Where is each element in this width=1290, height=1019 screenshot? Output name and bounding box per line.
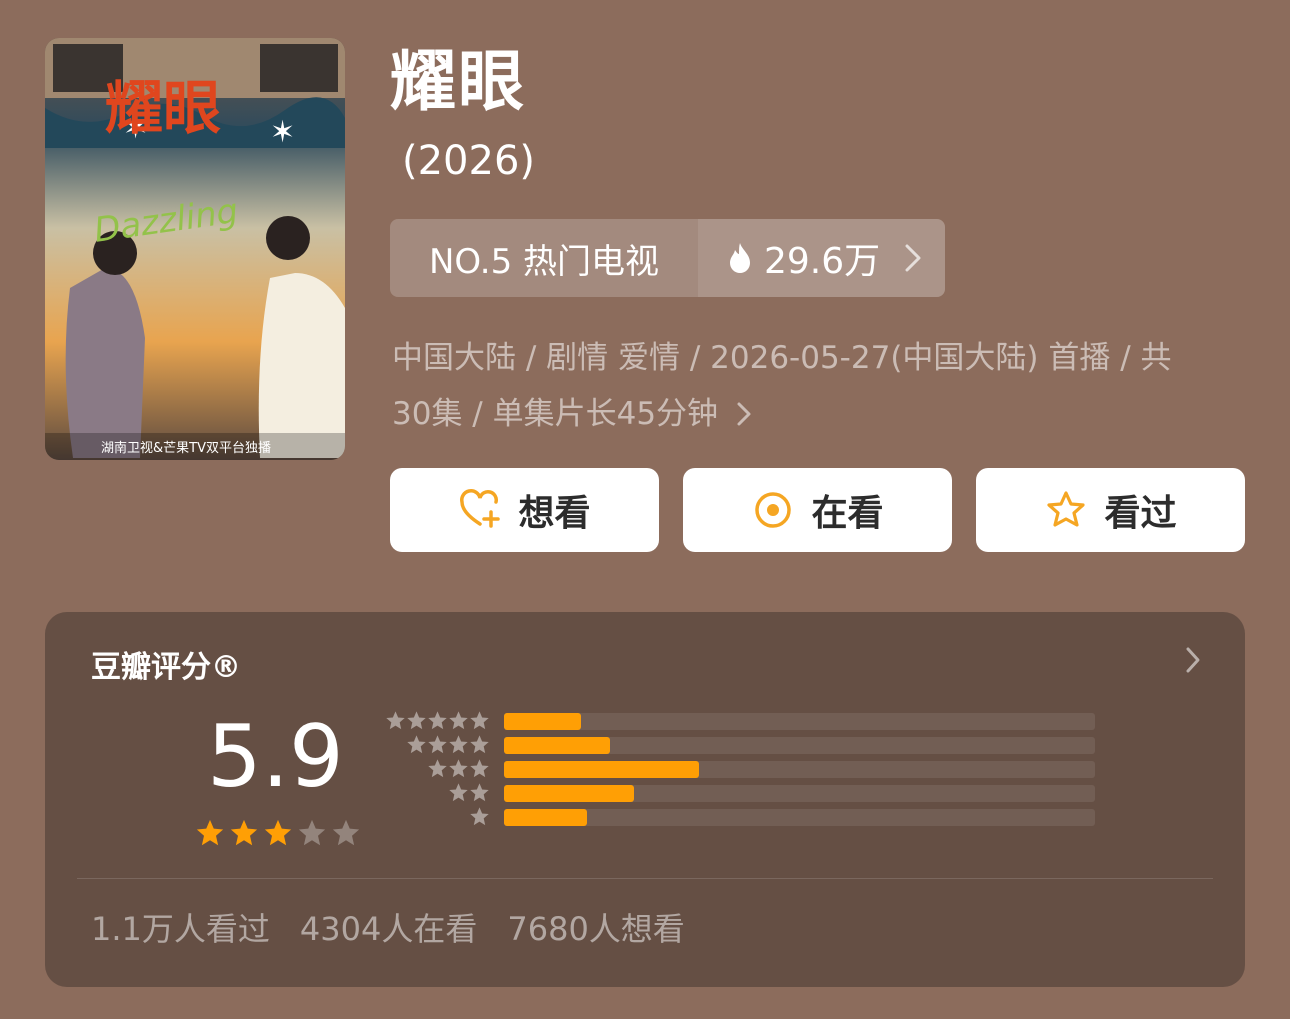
star-small-icon [470,759,489,778]
star-outline-icon [1047,491,1086,527]
chevron-right-icon[interactable] [1185,646,1201,674]
show-meta[interactable]: 中国大陆 / 剧情 爱情 / 2026-05-27(中国大陆) 首播 / 共 3… [392,330,1242,442]
watched-label: 看过 [1104,493,1177,534]
count-watched: 1.1万人看过 [91,910,270,948]
target-icon [755,492,792,528]
star-small-icon [428,711,447,730]
meta-line-2: 30集 / 单集片长45分钟 [392,386,1242,442]
distribution-row-4-star [385,734,1095,755]
watching-label: 在看 [811,493,884,534]
star-small-icon [449,711,468,730]
divider [77,878,1213,879]
meta-line-1: 中国大陆 / 剧情 爱情 / 2026-05-27(中国大陆) 首播 / 共 [392,340,1172,376]
rating-title: 豆瓣评分® [91,650,241,685]
distribution-bar-fill [504,737,611,754]
distribution-bar-track [504,761,1095,778]
distribution-bar-fill [504,809,587,826]
distribution-row-5-star [385,710,1095,731]
rank-badge[interactable]: NO.5 热门电视 29.6万 [390,219,945,297]
star-small-icon [470,735,489,754]
svg-text:✶: ✶ [270,115,295,150]
rating-stars [195,818,361,848]
distribution-bar-track [504,737,1095,754]
heat-indicator[interactable]: 29.6万 [698,219,945,297]
meta-line-2-text: 30集 / 单集片长45分钟 [392,396,719,432]
star-small-icon [470,783,489,802]
rank-label: NO.5 热门电视 [390,219,698,297]
distribution-stars [469,806,490,827]
count-watching: 4304人在看 [299,910,478,948]
distribution-row-2-star [385,782,1095,803]
star-small-icon [407,711,426,730]
star-small-icon [428,735,447,754]
star-small-icon [407,735,426,754]
distribution-bar-track [504,809,1095,826]
star-small-icon [470,807,489,826]
star-empty-icon [332,819,360,846]
distribution-stars [427,758,490,779]
watched-button[interactable]: 看过 [976,468,1245,552]
chevron-right-icon [905,244,921,272]
count-want: 7680人想看 [507,910,685,948]
poster-image[interactable]: ✶ ✶ 耀眼 Dazzling 湖南卫视&芒果TV双平台独播 [45,38,345,460]
rating-score: 5.9 [207,707,344,807]
chevron-right-icon [737,402,751,426]
star-filled-icon [196,819,224,846]
heat-value: 29.6万 [764,241,881,282]
star-small-icon [470,711,489,730]
show-title: 耀眼 [390,43,526,120]
distribution-stars [448,782,490,803]
flame-icon [730,243,750,273]
distribution-bar-fill [504,713,581,730]
distribution-bar-track [504,713,1095,730]
distribution-row-1-star [385,806,1095,827]
show-year: (2026) [402,138,536,184]
distribution-row-3-star [385,758,1095,779]
star-empty-icon [298,819,326,846]
rating-card[interactable]: 豆瓣评分® 5.9 1.1万人看过 4304人在看 7680人想看 [45,612,1245,987]
star-small-icon [449,735,468,754]
star-small-icon [449,759,468,778]
star-small-icon [386,711,405,730]
distribution-bar-fill [504,761,700,778]
star-small-icon [428,759,447,778]
poster-title-art: 耀眼 [105,74,221,142]
distribution-stars [406,734,490,755]
star-small-icon [449,783,468,802]
want-label: 想看 [518,493,591,534]
heart-plus-icon [460,489,501,528]
star-filled-icon [230,819,258,846]
watching-button[interactable]: 在看 [683,468,952,552]
poster-footer: 湖南卫视&芒果TV双平台独播 [101,440,271,456]
distribution-bar-fill [504,785,635,802]
star-filled-icon [264,819,292,846]
distribution-stars [385,710,490,731]
distribution-bar-track [504,785,1095,802]
watch-counts: 1.1万人看过 4304人在看 7680人想看 [91,904,685,950]
want-to-watch-button[interactable]: 想看 [390,468,659,552]
